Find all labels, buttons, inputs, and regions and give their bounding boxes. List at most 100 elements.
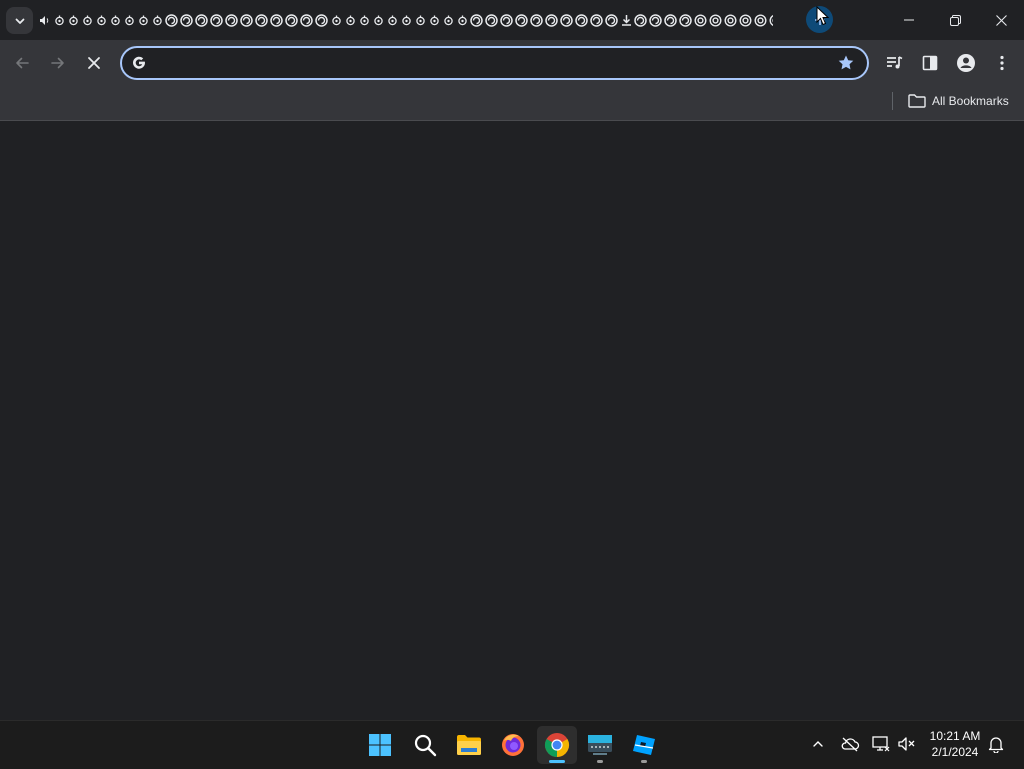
loading-spinner-icon [152, 15, 162, 25]
side-panel-button[interactable] [915, 48, 945, 78]
all-bookmarks-button[interactable]: All Bookmarks [908, 90, 1009, 112]
menu-button[interactable] [987, 48, 1017, 78]
page-content-area[interactable] [0, 121, 1024, 720]
restore-button[interactable] [932, 0, 978, 40]
network-button[interactable] [870, 733, 892, 755]
browser-tab[interactable] [343, 8, 357, 32]
loading-spinner-icon [138, 15, 148, 25]
browser-tab[interactable] [239, 8, 254, 32]
browser-tab[interactable] [108, 8, 122, 32]
browser-tab[interactable] [357, 8, 371, 32]
minimize-button[interactable] [886, 0, 932, 40]
browser-tab[interactable] [648, 8, 663, 32]
loading-spinner-icon [739, 13, 752, 27]
address-bar[interactable] [120, 46, 869, 80]
browser-tab[interactable] [52, 8, 66, 32]
browser-tab[interactable] [209, 8, 224, 32]
back-button[interactable] [7, 48, 37, 78]
browser-tab[interactable] [484, 8, 499, 32]
firefox-button[interactable] [493, 726, 533, 764]
loading-spinner-icon [315, 13, 328, 27]
onedrive-button[interactable] [839, 733, 861, 755]
kebab-menu-icon [1000, 55, 1004, 71]
tab-search-button[interactable] [6, 7, 33, 34]
browser-tab[interactable] [589, 8, 604, 32]
browser-tab[interactable] [544, 8, 559, 32]
browser-tab[interactable] [413, 8, 427, 32]
browser-tab[interactable] [150, 8, 164, 32]
tab-strip [38, 8, 773, 32]
browser-tab[interactable] [514, 8, 529, 32]
clock-time: 10:21 AM [929, 729, 981, 743]
loading-spinner-icon [530, 13, 543, 27]
media-control-icon [887, 56, 903, 69]
browser-tab[interactable] [254, 8, 269, 32]
browser-tab[interactable] [738, 8, 753, 32]
browser-tab[interactable] [94, 8, 108, 32]
browser-tab[interactable] [753, 8, 768, 32]
browser-tab[interactable] [619, 8, 633, 32]
loading-spinner-icon [560, 13, 573, 27]
loading-spinner-icon [210, 13, 223, 27]
speaker-icon [39, 15, 48, 25]
browser-tab[interactable] [164, 8, 179, 32]
roblox-studio-button[interactable] [624, 726, 664, 764]
browser-tab[interactable] [38, 8, 52, 32]
close-icon [88, 57, 100, 69]
system-clock[interactable]: 10:21 AM 2/1/2024 [922, 728, 988, 760]
browser-tab[interactable] [633, 8, 648, 32]
bookmark-star-icon[interactable] [837, 54, 855, 72]
browser-tab[interactable] [314, 8, 329, 32]
browser-tab[interactable] [678, 8, 693, 32]
chrome-taskbar-button[interactable] [537, 726, 577, 764]
loading-spinner-icon [285, 13, 298, 27]
browser-tab[interactable] [708, 8, 723, 32]
volume-button[interactable] [896, 733, 918, 755]
browser-tab[interactable] [224, 8, 239, 32]
notifications-button[interactable] [985, 733, 1007, 755]
browser-tab[interactable] [768, 8, 773, 32]
close-window-button[interactable] [978, 0, 1024, 40]
browser-tab[interactable] [499, 8, 514, 32]
address-input[interactable] [158, 52, 842, 76]
browser-tab[interactable] [427, 8, 441, 32]
browser-tab[interactable] [559, 8, 574, 32]
keyboard-app-button[interactable] [580, 726, 620, 764]
browser-tab[interactable] [194, 8, 209, 32]
browser-tab[interactable] [329, 8, 343, 32]
profile-icon [957, 54, 975, 72]
browser-tab[interactable] [604, 8, 619, 32]
browser-tab[interactable] [455, 8, 469, 32]
browser-tab[interactable] [399, 8, 413, 32]
file-explorer-button[interactable] [449, 726, 489, 764]
browser-tab[interactable] [299, 8, 314, 32]
browser-tab[interactable] [663, 8, 678, 32]
browser-tab[interactable] [179, 8, 194, 32]
loading-spinner-icon [415, 15, 425, 25]
show-hidden-icons-button[interactable] [807, 733, 829, 755]
browser-tab[interactable] [385, 8, 399, 32]
browser-tab[interactable] [66, 8, 80, 32]
browser-tab[interactable] [469, 8, 484, 32]
browser-tab[interactable] [441, 8, 455, 32]
forward-button[interactable] [43, 48, 73, 78]
browser-tab[interactable] [723, 8, 738, 32]
clock-date: 2/1/2024 [931, 745, 979, 759]
browser-tab[interactable] [371, 8, 385, 32]
browser-tab[interactable] [529, 8, 544, 32]
profile-button[interactable] [951, 48, 981, 78]
media-control-button[interactable] [879, 48, 909, 78]
loading-spinner-icon [634, 13, 647, 27]
taskbar-search-button[interactable] [405, 726, 445, 764]
active-app-indicator [549, 760, 565, 763]
browser-tab[interactable] [122, 8, 136, 32]
chrome-icon [544, 733, 570, 757]
browser-tab[interactable] [693, 8, 708, 32]
browser-tab[interactable] [284, 8, 299, 32]
browser-tab[interactable] [574, 8, 589, 32]
browser-tab[interactable] [136, 8, 150, 32]
browser-tab[interactable] [80, 8, 94, 32]
browser-tab[interactable] [269, 8, 284, 32]
start-button[interactable] [360, 726, 400, 764]
stop-loading-button[interactable] [79, 48, 109, 78]
